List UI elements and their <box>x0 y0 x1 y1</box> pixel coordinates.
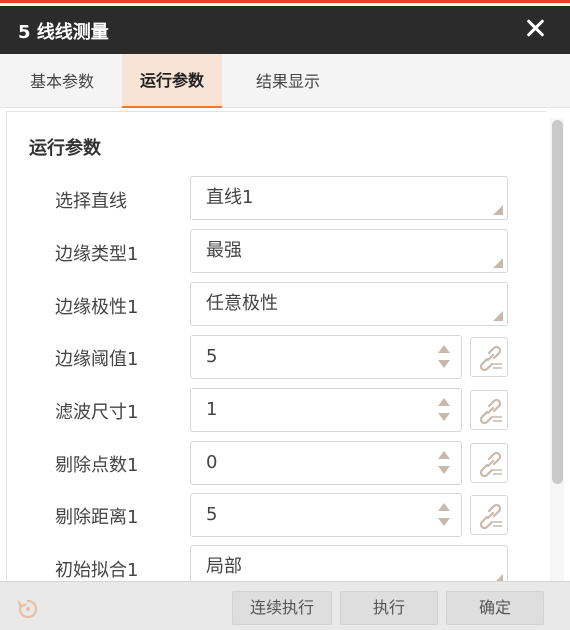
spinner-arrows-icon[interactable] <box>437 451 451 475</box>
link-icon[interactable] <box>470 443 508 483</box>
dropdown-corner-icon <box>493 205 503 215</box>
param-label: 剔除点数1 <box>55 455 139 476</box>
vertical-scrollbar[interactable] <box>550 118 564 581</box>
dropdown-corner-icon <box>493 258 503 268</box>
param-label: 剔除距离1 <box>55 507 139 528</box>
scrollbar-thumb[interactable] <box>552 120 563 484</box>
param-value: 局部 <box>206 556 242 577</box>
param-label: 边缘极性1 <box>55 297 139 318</box>
param-label: 边缘阈值1 <box>55 349 139 370</box>
window-title: 5 线线测量 <box>18 22 109 43</box>
link-icon[interactable] <box>470 495 508 535</box>
select-line-dropdown[interactable]: 直线1 <box>190 176 508 220</box>
param-value: 1 <box>206 399 218 420</box>
dropdown-corner-icon <box>493 574 503 581</box>
param-value: 最强 <box>206 240 242 261</box>
section-title: 运行参数 <box>29 138 101 159</box>
ok-button[interactable]: 确定 <box>446 591 544 625</box>
edge-polarity-dropdown[interactable]: 任意极性 <box>190 282 508 326</box>
reject-distance-input[interactable]: 5 <box>190 493 462 537</box>
edge-threshold-input[interactable]: 5 <box>190 335 462 379</box>
tab-run-params[interactable]: 运行参数 <box>122 54 223 108</box>
param-label: 选择直线 <box>55 191 127 212</box>
reject-count-input[interactable]: 0 <box>190 441 462 485</box>
continuous-run-button[interactable]: 连续执行 <box>232 591 332 625</box>
close-icon[interactable] <box>522 15 548 41</box>
dialog-window: 5 线线测量 基本参数 运行参数 结果显示 运行参数 选择直线 直线1 边缘类型… <box>0 0 570 630</box>
spinner-arrows-icon[interactable] <box>437 398 451 422</box>
params-panel: 运行参数 选择直线 直线1 边缘类型1 最强 边缘极性1 任意极性 边缘阈值1 … <box>6 111 546 581</box>
tab-result-display[interactable]: 结果显示 <box>238 68 338 108</box>
param-label: 初始拟合1 <box>55 560 139 581</box>
dropdown-corner-icon <box>493 311 503 321</box>
edge-type-dropdown[interactable]: 最强 <box>190 229 508 273</box>
filter-size-input[interactable]: 1 <box>190 388 462 432</box>
refresh-icon[interactable] <box>16 597 40 621</box>
param-value: 5 <box>206 346 218 367</box>
param-label: 边缘类型1 <box>55 244 139 265</box>
footer-bar: 连续执行 执行 确定 <box>0 581 570 630</box>
tab-basic-params[interactable]: 基本参数 <box>12 68 112 108</box>
param-value: 0 <box>206 452 218 473</box>
tab-bar: 基本参数 运行参数 结果显示 <box>0 54 570 108</box>
initial-fit-dropdown[interactable]: 局部 <box>190 545 508 581</box>
param-value: 直线1 <box>206 187 254 208</box>
param-value: 5 <box>206 504 218 525</box>
param-value: 任意极性 <box>206 293 278 314</box>
link-icon[interactable] <box>470 390 508 430</box>
spinner-arrows-icon[interactable] <box>437 345 451 369</box>
title-bar: 5 线线测量 <box>0 6 570 54</box>
link-icon[interactable] <box>470 337 508 377</box>
spinner-arrows-icon[interactable] <box>437 503 451 527</box>
param-label: 滤波尺寸1 <box>55 402 139 423</box>
run-button[interactable]: 执行 <box>340 591 438 625</box>
